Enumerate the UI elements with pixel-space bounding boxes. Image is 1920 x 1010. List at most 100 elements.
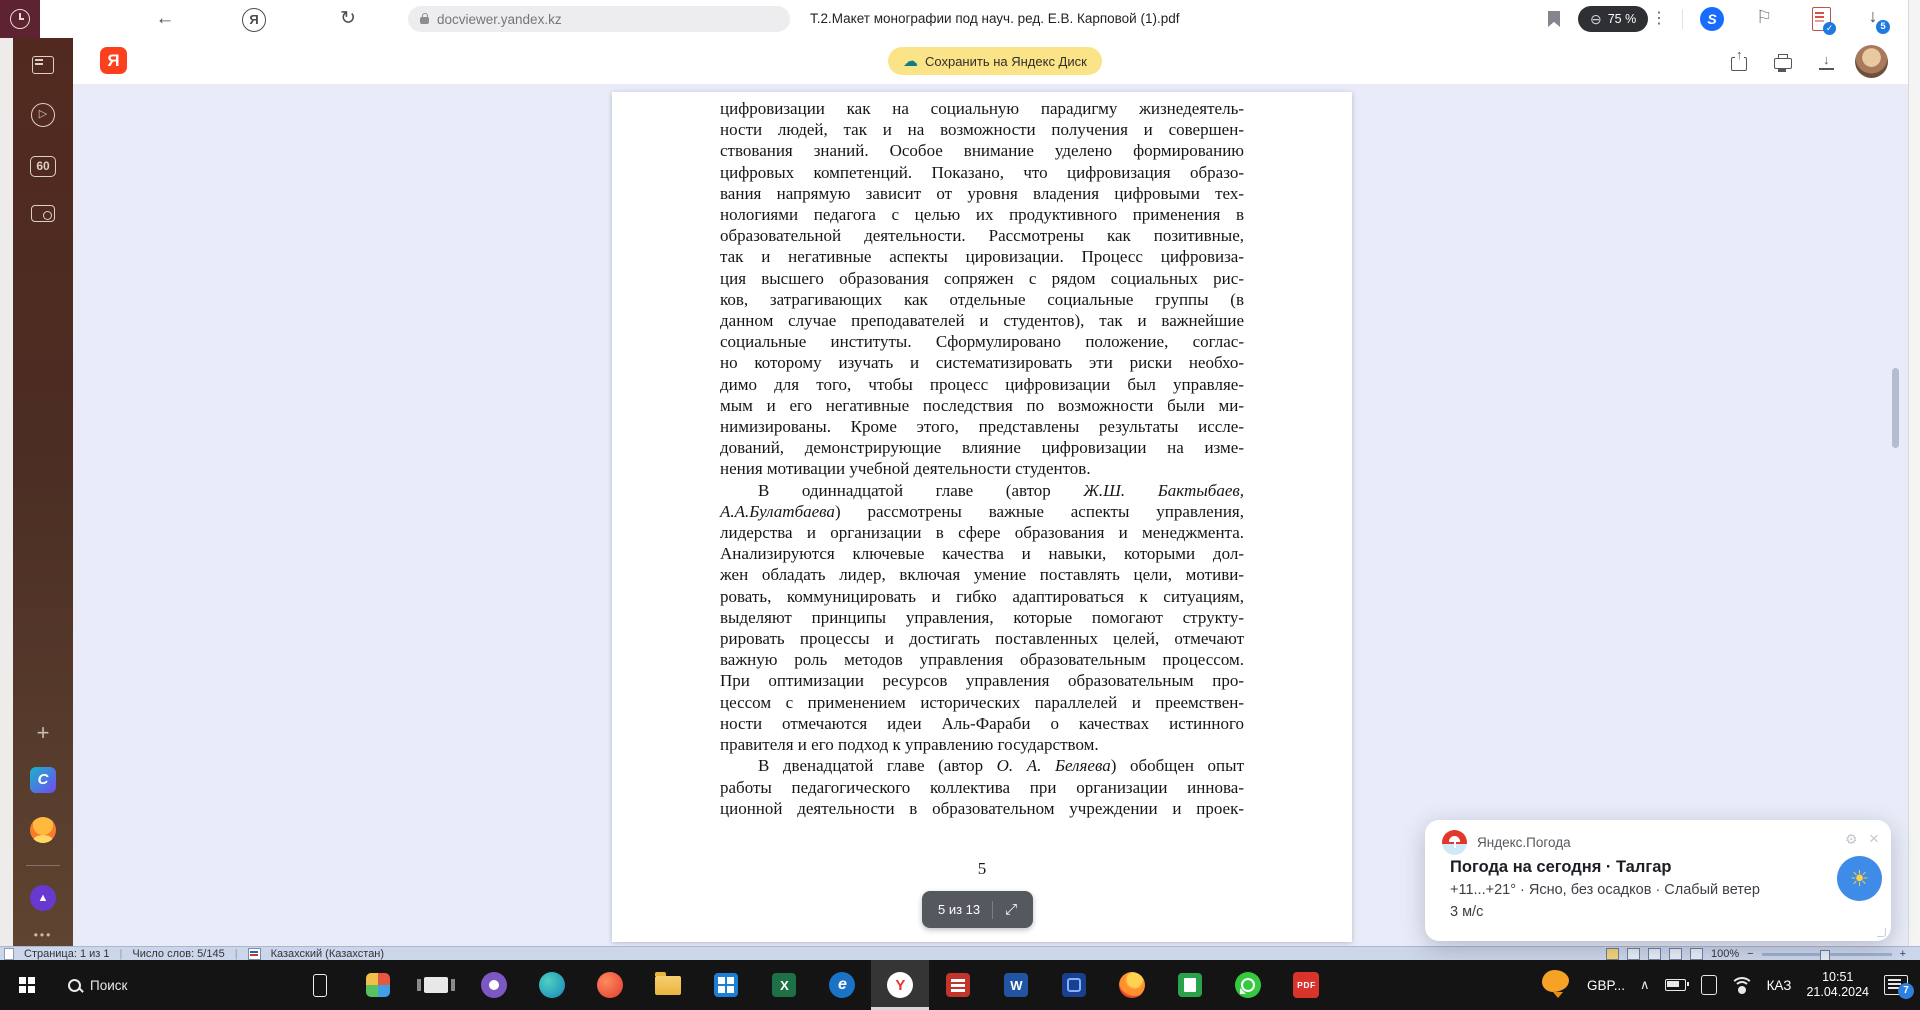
reload-button[interactable]: ↻	[333, 0, 363, 38]
yandex-home-button[interactable]: Я	[242, 8, 266, 32]
zoom-out-control[interactable]: −	[1747, 947, 1753, 961]
collections-flag-icon[interactable]: ⚐	[1756, 7, 1772, 28]
pdf-line: При оптимизации ресурсов управления обра…	[720, 671, 1244, 691]
purple-app-icon[interactable]	[465, 960, 523, 1010]
red-app-icon[interactable]	[929, 960, 987, 1010]
view-mode-icon[interactable]	[1647, 948, 1661, 960]
pdf-line: важную роль методов управления образоват…	[720, 650, 1244, 670]
blue-e-browser-icon[interactable]: e	[813, 960, 871, 1010]
download-tray-icon	[1819, 52, 1835, 70]
pdf-line: лидерства и организации в сфере образова…	[720, 523, 1244, 543]
pdf-line: нения мотивации учебной деятельности сту…	[720, 459, 1091, 479]
word-zoom-level[interactable]: 100%	[1711, 947, 1739, 961]
canva-app-icon[interactable]: C	[13, 767, 73, 793]
start-button[interactable]	[0, 960, 54, 1010]
sidebar-more-button[interactable]: •••	[13, 928, 73, 942]
teal-app-icon[interactable]	[523, 960, 581, 1010]
search-label: Поиск	[90, 977, 128, 993]
zoom-slider-thumb[interactable]	[1819, 949, 1830, 961]
excel-icon[interactable]: X	[755, 960, 813, 1010]
word-icon[interactable]: W	[987, 960, 1045, 1010]
back-button[interactable]: ←	[150, 0, 180, 38]
add-panel-button[interactable]: +	[13, 720, 73, 746]
pdf-line: но которому изучать и систематизировать …	[720, 353, 1244, 373]
browser-menu-button[interactable]: ⋮	[1648, 0, 1670, 38]
alice-assistant-icon[interactable]: ▲	[13, 885, 73, 911]
currency-label[interactable]: GBP...	[1587, 978, 1625, 993]
pdf-line: рировать процессы и достигать поставленн…	[720, 629, 1244, 649]
fullscreen-expand-icon[interactable]: ⤢	[1005, 901, 1017, 918]
yandex-logo[interactable]: Я	[100, 47, 127, 74]
tab-counter-button[interactable]: 60	[13, 156, 73, 177]
background-window-right-edge	[1908, 0, 1920, 946]
file-explorer-icon[interactable]	[639, 960, 697, 1010]
close-icon[interactable]: ×	[1869, 829, 1879, 849]
word-status-bar: Страница: 1 из 1 | Число слов: 5/145 | К…	[0, 946, 1920, 961]
blue-app-icon[interactable]	[1045, 960, 1103, 1010]
plus-icon: +	[36, 720, 50, 745]
battery-icon[interactable]	[1664, 979, 1689, 991]
view-mode-icon[interactable]	[1605, 948, 1619, 960]
currency-widget-icon[interactable]	[1542, 970, 1572, 1000]
green-app-icon[interactable]	[1161, 960, 1219, 1010]
notification-center-icon[interactable]: 7	[1884, 975, 1914, 999]
weather-app-name: Яндекс.Погода	[1477, 835, 1571, 850]
keyboard-language[interactable]: КАЗ	[1767, 978, 1792, 993]
orange-service-icon[interactable]	[13, 817, 73, 843]
download-file-button[interactable]	[1816, 52, 1838, 72]
gear-icon[interactable]: ⚙	[1845, 831, 1858, 848]
weather-notification-popup: Яндекс.Погода ⚙ × Погода на сегодня · Та…	[1425, 820, 1891, 941]
music-recognizer-extension-icon[interactable]: S	[1700, 7, 1724, 31]
zoom-level-text: 75 %	[1607, 12, 1637, 26]
zoom-out-icon: ⊖	[1590, 10, 1602, 27]
page-navigator-pill[interactable]: 5 из 13 ⤢	[922, 891, 1034, 928]
play-icon: ▷	[31, 103, 55, 127]
whatsapp-icon[interactable]	[1219, 960, 1277, 1010]
task-view-icon[interactable]	[407, 960, 465, 1010]
blue-tiles-app-icon[interactable]	[697, 960, 755, 1010]
word-language[interactable]: Казахский (Казахстан)	[271, 947, 384, 961]
downloads-button[interactable]: ↓ 5	[1862, 5, 1890, 34]
viewer-scrollbar[interactable]	[1890, 88, 1901, 942]
word-word-count[interactable]: Число слов: 5/145	[132, 947, 224, 961]
bookmark-icon[interactable]	[1548, 11, 1560, 27]
wifi-icon[interactable]	[1729, 977, 1754, 994]
share-button[interactable]	[1728, 47, 1750, 72]
browser-side-panel: ▷ 60 + C ▲ •••	[13, 38, 73, 946]
view-mode-icon[interactable]	[1668, 948, 1682, 960]
printer-icon	[1774, 54, 1792, 72]
statusbar-divider: |	[234, 948, 238, 960]
hidden-icons-chevron[interactable]: ∧	[1640, 977, 1650, 993]
video-panel-button[interactable]: ▷	[13, 103, 73, 127]
word-page-count[interactable]: Страница: 1 из 1	[24, 947, 110, 961]
system-tray: GBP... ∧ КАЗ 10:51 21.04.2024 7	[1542, 960, 1920, 1010]
view-mode-icon[interactable]	[1626, 948, 1640, 960]
yandex-browser-icon[interactable]: Y	[871, 960, 930, 1010]
orange-app-icon[interactable]	[581, 960, 639, 1010]
taskbar-search[interactable]: Поиск	[54, 960, 141, 1010]
weather-title[interactable]: Погода на сегодня · Талгар	[1450, 858, 1671, 877]
spellcheck-icon[interactable]	[247, 948, 261, 960]
address-bar[interactable]: docviewer.yandex.kz	[408, 6, 790, 32]
pdf-line: ция высшего образования сопряжен с рядом…	[720, 268, 1244, 288]
screenshot-button[interactable]	[13, 205, 73, 222]
zoom-in-control[interactable]: +	[1900, 947, 1906, 961]
zoom-slider[interactable]	[1761, 949, 1892, 961]
pdf-extension-icon[interactable]: ✓	[1812, 7, 1836, 35]
device-icon[interactable]	[1700, 975, 1717, 995]
scrollbar-thumb[interactable]	[1892, 368, 1899, 448]
firefox-like-browser-icon[interactable]	[1103, 960, 1161, 1010]
pdf-line: А.А.Булатбаева) рассмотрены важные аспек…	[720, 501, 1244, 521]
pdf-app-icon[interactable]: PDF	[1277, 960, 1335, 1010]
user-avatar[interactable]	[1855, 45, 1888, 78]
phone-app-icon[interactable]	[291, 960, 349, 1010]
zoom-level-badge[interactable]: ⊖ 75 %	[1578, 6, 1649, 32]
view-mode-icon[interactable]	[1689, 948, 1703, 960]
print-button[interactable]	[1772, 52, 1794, 72]
pdf-line: В двенадцатой главе (автор О. А. Беляева…	[758, 756, 1245, 776]
history-clock-button[interactable]	[0, 0, 40, 38]
save-to-disk-button[interactable]: ☁ Сохранить на Яндекс Диск	[888, 47, 1102, 75]
photos-app-icon[interactable]	[349, 960, 407, 1010]
side-panels-button[interactable]	[13, 56, 73, 74]
taskbar-clock[interactable]: 10:51 21.04.2024	[1806, 970, 1869, 1000]
